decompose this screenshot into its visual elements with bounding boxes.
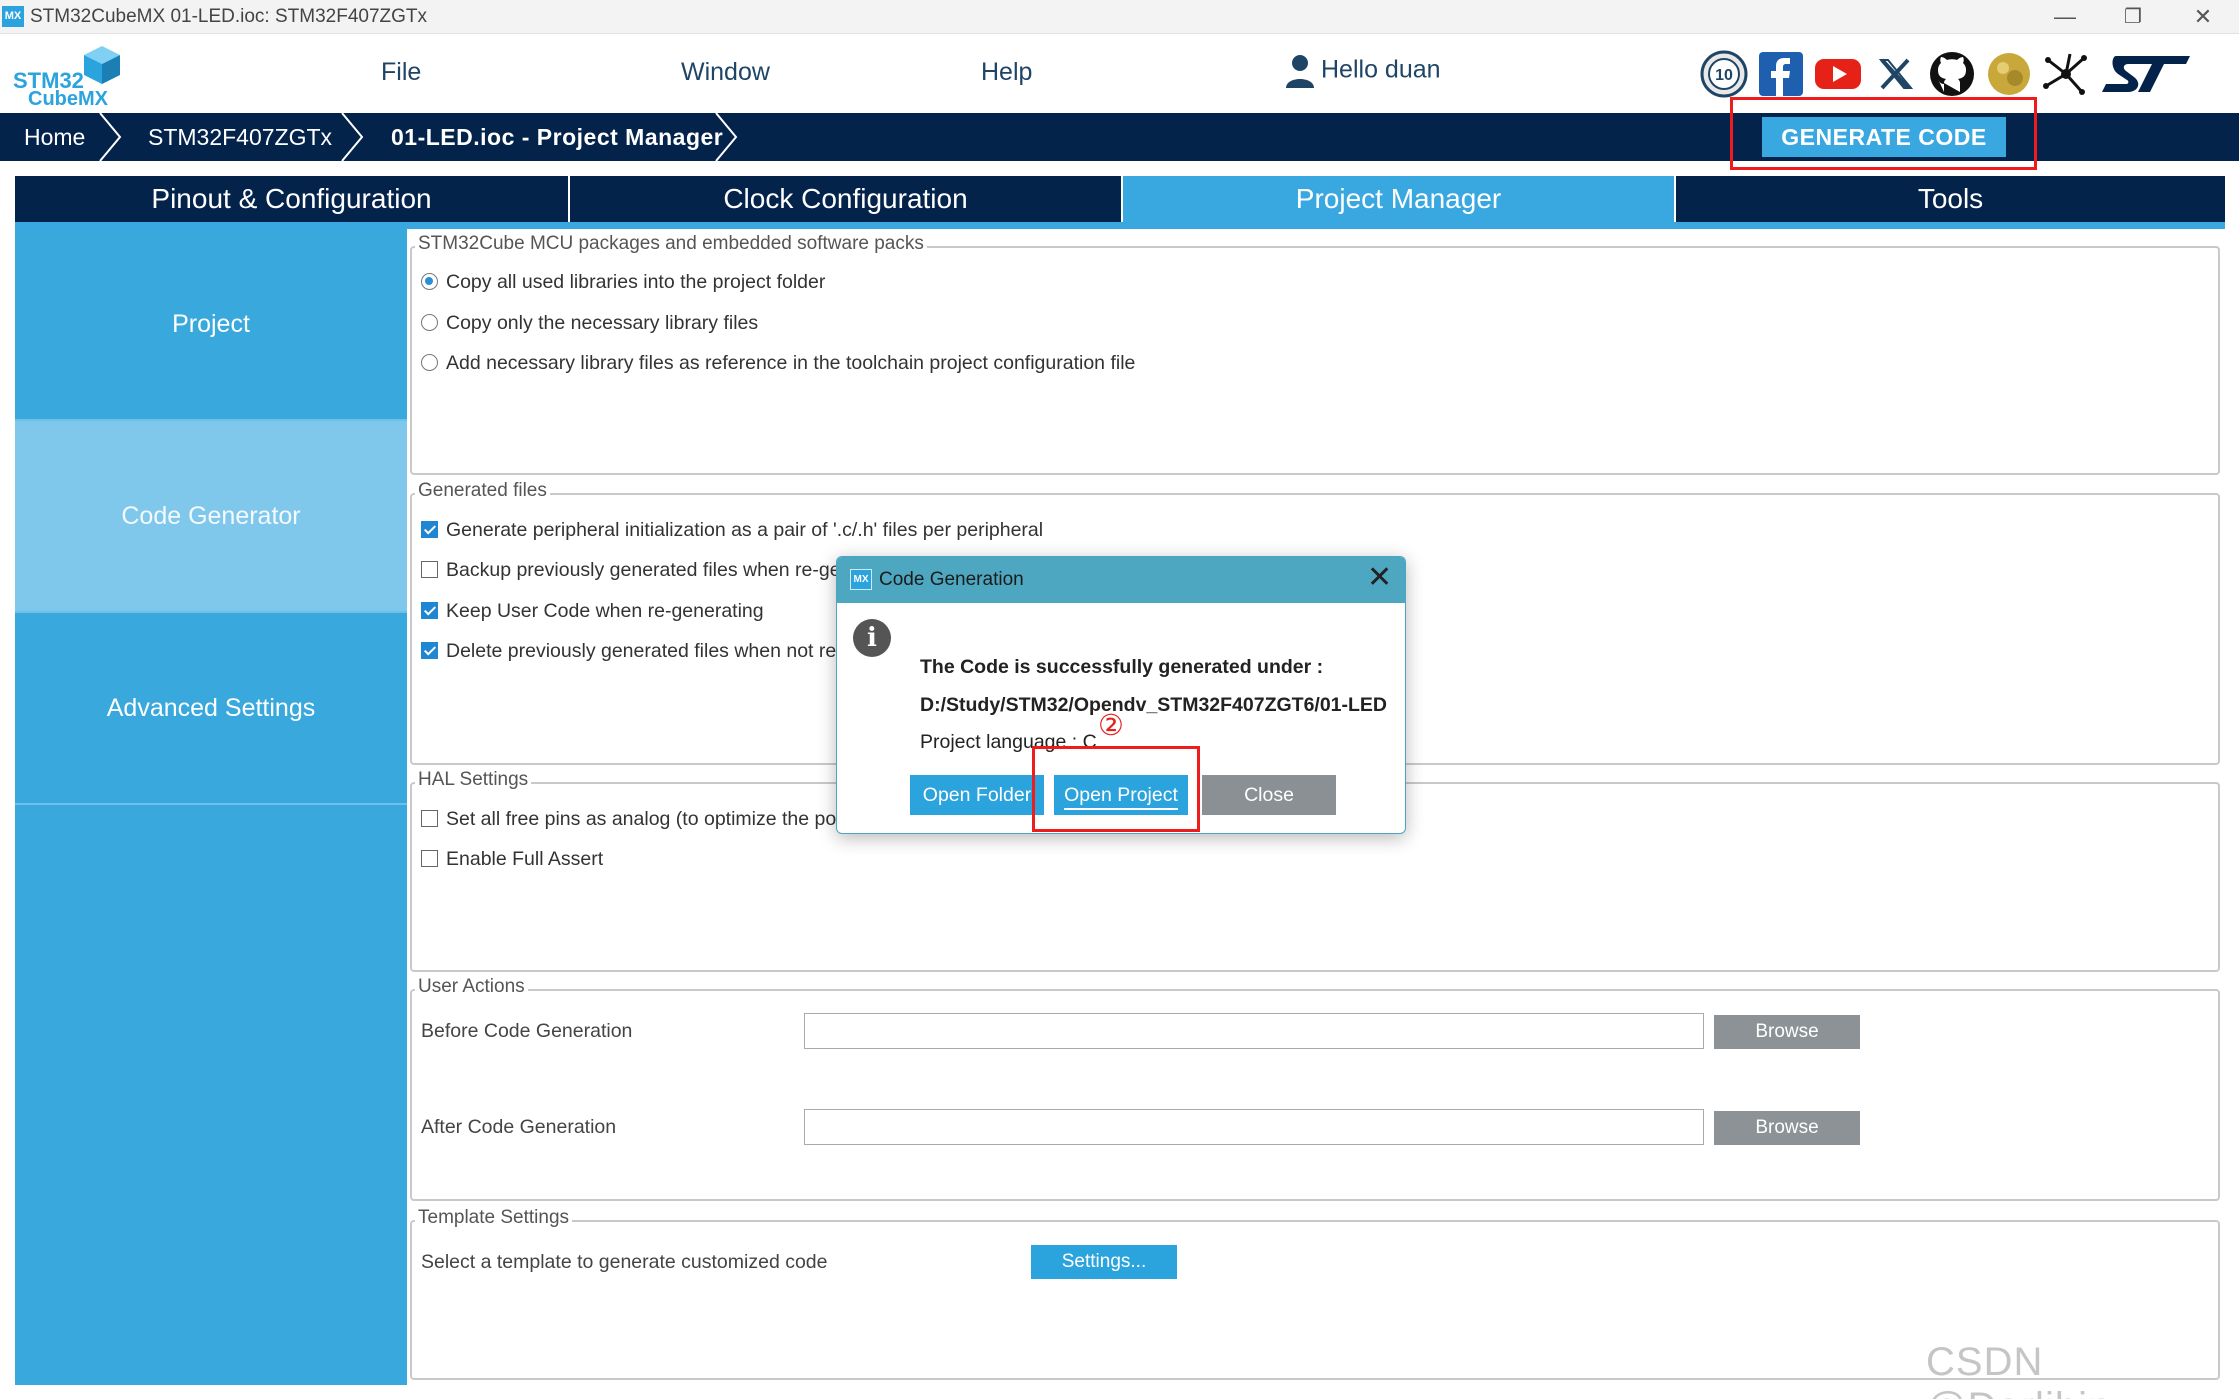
- main-tabs: Pinout & Configuration Clock Configurati…: [15, 176, 2225, 222]
- hal-settings-option[interactable]: Enable Full Assert: [421, 848, 603, 871]
- template-settings-button[interactable]: Settings...: [1031, 1245, 1177, 1279]
- packages-option[interactable]: Copy only the necessary library files: [421, 312, 758, 335]
- packages-legend: STM32Cube MCU packages and embedded soft…: [415, 233, 927, 255]
- option-label: Delete previously generated files when n…: [446, 640, 837, 662]
- hal-settings-legend: HAL Settings: [415, 769, 532, 791]
- radio-button[interactable]: [421, 273, 438, 290]
- info-icon: i: [853, 619, 891, 657]
- stm32cubemx-logo: STM32 CubeMX: [10, 42, 120, 110]
- annotation-highlight-open-project: [1032, 746, 1200, 832]
- option-label: Keep User Code when re-generating: [446, 600, 764, 622]
- radio-button[interactable]: [421, 314, 438, 331]
- sidebar-item-advanced-settings[interactable]: Advanced Settings: [15, 613, 407, 803]
- breadcrumb-separator-icon: [341, 113, 364, 161]
- dialog-output-path: D:/Study/STM32/Opendv_STM32F407ZGT6/01-L…: [920, 694, 1388, 716]
- template-settings-label: Select a template to generate customized…: [421, 1251, 828, 1273]
- generated-files-legend: Generated files: [415, 480, 550, 502]
- st-logo-icon[interactable]: [2098, 50, 2194, 98]
- tab-project-manager[interactable]: Project Manager: [1123, 176, 1674, 222]
- generated-files-option[interactable]: Delete previously generated files when n…: [421, 640, 836, 663]
- close-label: Close: [1244, 784, 1294, 806]
- breadcrumb-home[interactable]: Home: [24, 113, 85, 161]
- community-icon[interactable]: [1985, 50, 2033, 98]
- packages-option[interactable]: Add necessary library files as reference…: [421, 352, 1135, 375]
- sidebar-divider: [15, 803, 407, 805]
- dialog-success-message: The Code is successfully generated under…: [920, 656, 1324, 678]
- github-icon[interactable]: [1928, 50, 1976, 98]
- browse-after-button[interactable]: Browse: [1714, 1111, 1860, 1145]
- user-greeting: Hello duan: [1321, 55, 1441, 84]
- generated-files-option[interactable]: Keep User Code when re-generating: [421, 600, 764, 623]
- window-title-bar: MX STM32CubeMX 01-LED.ioc: STM32F407ZGTx…: [0, 0, 2239, 34]
- after-code-generation-label: After Code Generation: [421, 1116, 617, 1138]
- dialog-app-icon: MX: [850, 569, 872, 590]
- annotation-marker-2: ②: [1098, 710, 1124, 742]
- generated-files-option[interactable]: Backup previously generated files when r…: [421, 559, 841, 582]
- before-code-generation-input[interactable]: [804, 1013, 1704, 1049]
- logo-text-cubemx: CubeMX: [28, 88, 108, 110]
- youtube-icon[interactable]: [1814, 50, 1862, 98]
- option-label: Copy only the necessary library files: [446, 312, 759, 334]
- tab-underline: [15, 222, 2225, 229]
- network-icon[interactable]: [2042, 50, 2090, 98]
- open-folder-button[interactable]: Open Folder: [910, 775, 1044, 815]
- hal-settings-option[interactable]: Set all free pins as analog (to optimize…: [421, 808, 836, 831]
- checkbox[interactable]: [421, 602, 438, 619]
- cube-icon: [84, 46, 120, 84]
- breadcrumb-separator-icon: [715, 113, 738, 161]
- dialog-title-bar: MX Code Generation ✕: [837, 557, 1405, 603]
- radio-button[interactable]: [421, 354, 438, 371]
- option-label: Set all free pins as analog (to optimize…: [446, 808, 837, 830]
- before-code-generation-label: Before Code Generation: [421, 1020, 633, 1042]
- checkbox[interactable]: [421, 642, 438, 659]
- checkbox[interactable]: [421, 521, 438, 538]
- close-window-button[interactable]: ✕: [2168, 0, 2238, 34]
- breadcrumb-current: 01-LED.ioc - Project Manager: [391, 124, 724, 150]
- packages-option[interactable]: Copy all used libraries into the project…: [421, 271, 825, 294]
- breadcrumb-separator-icon: [99, 113, 122, 161]
- watermark: CSDN @Darlibin: [1926, 1340, 2110, 1399]
- option-label: Enable Full Assert: [446, 848, 604, 870]
- browse-before-button[interactable]: Browse: [1714, 1015, 1860, 1049]
- user-actions-legend: User Actions: [415, 976, 528, 998]
- sidebar-item-project[interactable]: Project: [15, 229, 407, 419]
- option-label: Generate peripheral initialization as a …: [446, 519, 1044, 541]
- breadcrumb-device[interactable]: STM32F407ZGTx: [148, 113, 332, 161]
- checkbox[interactable]: [421, 810, 438, 827]
- generated-files-option[interactable]: Generate peripheral initialization as a …: [421, 519, 1043, 542]
- dialog-close-icon[interactable]: ✕: [1367, 563, 1392, 593]
- option-label: Add necessary library files as reference…: [446, 352, 1136, 374]
- project-manager-sidebar: Project Code Generator Advanced Settings: [15, 229, 407, 1385]
- checkbox[interactable]: [421, 850, 438, 867]
- annotation-highlight-generate: [1730, 97, 2037, 170]
- menu-window[interactable]: Window: [681, 58, 770, 87]
- menu-help[interactable]: Help: [981, 58, 1032, 87]
- facebook-icon[interactable]: [1757, 50, 1805, 98]
- user-icon: [1286, 55, 1314, 88]
- dialog-close-button[interactable]: Close: [1202, 775, 1336, 815]
- app-icon: MX: [2, 6, 24, 27]
- option-label: Backup previously generated files when r…: [446, 559, 841, 581]
- menu-file[interactable]: File: [381, 58, 421, 87]
- template-settings-legend: Template Settings: [415, 1207, 573, 1229]
- window-title: STM32CubeMX 01-LED.ioc: STM32F407ZGTx: [30, 6, 428, 27]
- checkbox[interactable]: [421, 561, 438, 578]
- option-label: Copy all used libraries into the project…: [446, 271, 826, 293]
- open-folder-label: Open Folder: [922, 784, 1032, 806]
- tab-pinout-configuration[interactable]: Pinout & Configuration: [15, 176, 568, 222]
- x-icon[interactable]: [1872, 50, 1920, 98]
- dialog-title: Code Generation: [879, 569, 1024, 590]
- user-account[interactable]: Hello duan: [1285, 54, 1441, 88]
- tab-tools[interactable]: Tools: [1676, 176, 2225, 222]
- sidebar-item-code-generator[interactable]: Code Generator: [15, 421, 407, 611]
- minimize-button[interactable]: —: [2030, 0, 2100, 34]
- anniversary-10-icon[interactable]: 10: [1700, 50, 1748, 98]
- svg-text:10: 10: [1715, 67, 1733, 84]
- after-code-generation-input[interactable]: [804, 1109, 1704, 1145]
- tab-clock-configuration[interactable]: Clock Configuration: [570, 176, 1121, 222]
- restore-button[interactable]: ❐: [2098, 0, 2168, 34]
